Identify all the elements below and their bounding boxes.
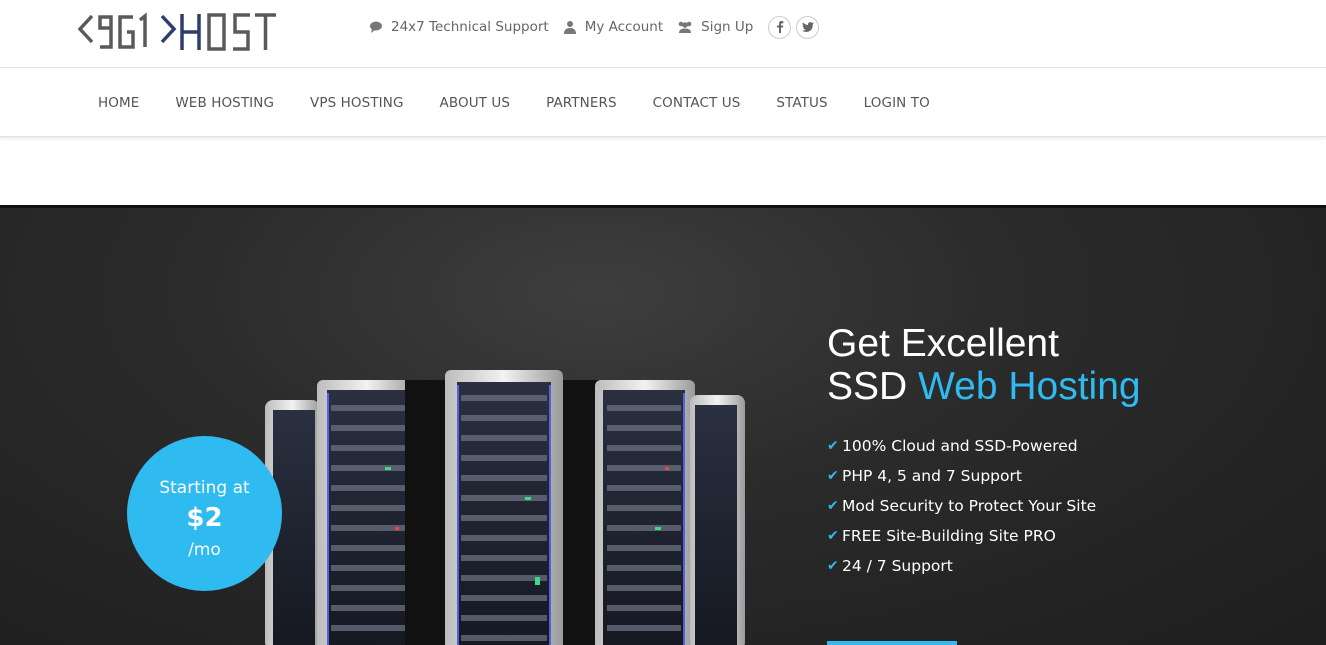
price-badge-period: /mo — [188, 540, 221, 560]
nav-home[interactable]: HOME — [80, 95, 157, 111]
nav-login-to[interactable]: LOGIN TO — [846, 95, 948, 111]
twitter-icon[interactable] — [796, 15, 820, 39]
users-icon — [677, 20, 693, 34]
feature-text: 24 / 7 Support — [842, 557, 953, 575]
nav-list: HOME WEB HOSTING VPS HOSTING ABOUT US PA… — [80, 68, 948, 137]
feature-text: FREE Site-Building Site PRO — [842, 527, 1056, 545]
nav-vps-hosting[interactable]: VPS HOSTING — [292, 95, 421, 111]
check-icon: ✔ — [827, 498, 839, 514]
feature-item: ✔ Mod Security to Protect Your Site — [827, 496, 1096, 526]
hero-headline-line2: SSD Web Hosting — [827, 365, 1141, 408]
social-links — [768, 15, 824, 39]
my-account-link[interactable]: My Account — [563, 19, 663, 35]
feature-text: Mod Security to Protect Your Site — [842, 497, 1097, 515]
hero-headline: Get Excellent SSD Web Hosting — [827, 322, 1141, 408]
price-badge: Starting at $2 /mo — [127, 436, 282, 591]
support-link-label: 24x7 Technical Support — [391, 19, 549, 35]
hero-headline-plain: SSD — [827, 365, 919, 408]
feature-list: ✔ 100% Cloud and SSD-Powered ✔ PHP 4, 5 an… — [827, 436, 1096, 586]
check-icon: ✔ — [827, 438, 839, 454]
nav-about-us[interactable]: ABOUT US — [422, 95, 529, 111]
check-icon: ✔ — [827, 468, 839, 484]
site-logo[interactable] — [78, 6, 278, 54]
top-bar: 24x7 Technical Support My Account Sign U… — [0, 0, 1326, 68]
feature-item: ✔ 100% Cloud and SSD-Powered — [827, 436, 1096, 466]
price-badge-amount: $2 — [186, 503, 223, 533]
hero-top-border — [0, 205, 1326, 208]
hero-headline-accent: Web Hosting — [918, 365, 1141, 408]
feature-text: 100% Cloud and SSD-Powered — [842, 437, 1078, 455]
chat-bubble-icon — [369, 20, 383, 34]
nav-status[interactable]: STATUS — [758, 95, 845, 111]
check-icon: ✔ — [827, 528, 839, 544]
my-account-label: My Account — [584, 19, 664, 35]
hero-banner: Starting at $2 /mo Get Excellent SSD Web… — [0, 205, 1326, 645]
hero-headline-line1: Get Excellent — [827, 322, 1059, 365]
top-links: 24x7 Technical Support My Account Sign U… — [369, 15, 824, 39]
sign-up-link[interactable]: Sign Up — [677, 19, 753, 35]
user-icon — [563, 20, 577, 34]
server-racks-image — [265, 370, 745, 645]
support-link[interactable]: 24x7 Technical Support — [369, 19, 549, 35]
feature-item: ✔ PHP 4, 5 and 7 Support — [827, 466, 1096, 496]
nav-web-hosting[interactable]: WEB HOSTING — [157, 95, 292, 111]
feature-text: PHP 4, 5 and 7 Support — [842, 467, 1022, 485]
feature-item: ✔ 24 / 7 Support — [827, 556, 1096, 586]
sign-up-label: Sign Up — [701, 19, 754, 35]
nav-contact-us[interactable]: CONTACT US — [635, 95, 759, 111]
check-icon: ✔ — [827, 558, 839, 574]
feature-item: ✔ FREE Site-Building Site PRO — [827, 526, 1096, 556]
price-badge-intro: Starting at — [159, 478, 250, 498]
cta-button[interactable] — [827, 641, 957, 645]
nav-partners[interactable]: PARTNERS — [528, 95, 635, 111]
facebook-icon[interactable] — [768, 15, 792, 39]
logo-graphic — [78, 12, 276, 51]
main-nav: HOME WEB HOSTING VPS HOSTING ABOUT US PA… — [0, 68, 1326, 137]
